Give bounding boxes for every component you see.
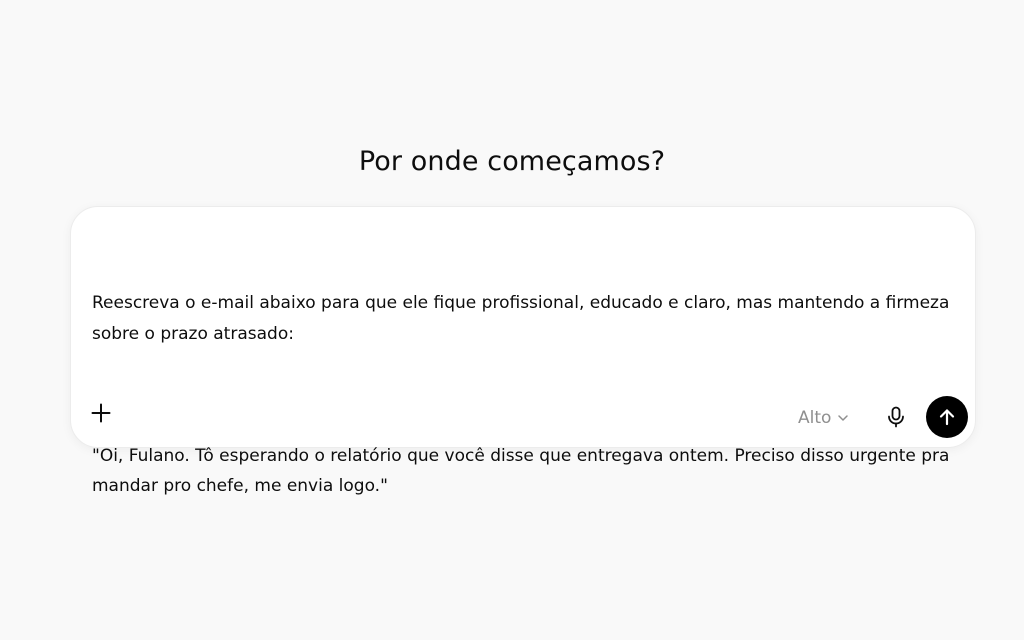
prompt-text-paragraph-1: Reescreva o e-mail abaixo para que ele f… xyxy=(92,293,955,344)
chevron-down-icon xyxy=(838,415,849,421)
model-selector-label: Alto xyxy=(798,408,832,428)
send-button[interactable] xyxy=(926,396,968,438)
add-attachment-button[interactable] xyxy=(85,397,117,429)
prompt-text-paragraph-2: "Oi, Fulano. Tô esperando o relatório qu… xyxy=(92,445,955,497)
voice-input-button[interactable] xyxy=(881,402,911,432)
arrow-up-icon xyxy=(939,409,955,426)
microphone-icon xyxy=(888,406,904,428)
prompt-composer[interactable]: Reescreva o e-mail abaixo para que ele f… xyxy=(70,206,976,496)
model-selector[interactable]: Alto xyxy=(798,403,849,433)
prompt-input[interactable]: Reescreva o e-mail abaixo para que ele f… xyxy=(92,227,952,563)
page: Por onde começamos? Reescreva o e-mail a… xyxy=(0,0,1024,640)
plus-icon xyxy=(91,403,111,423)
page-title: Por onde começamos? xyxy=(358,146,666,178)
